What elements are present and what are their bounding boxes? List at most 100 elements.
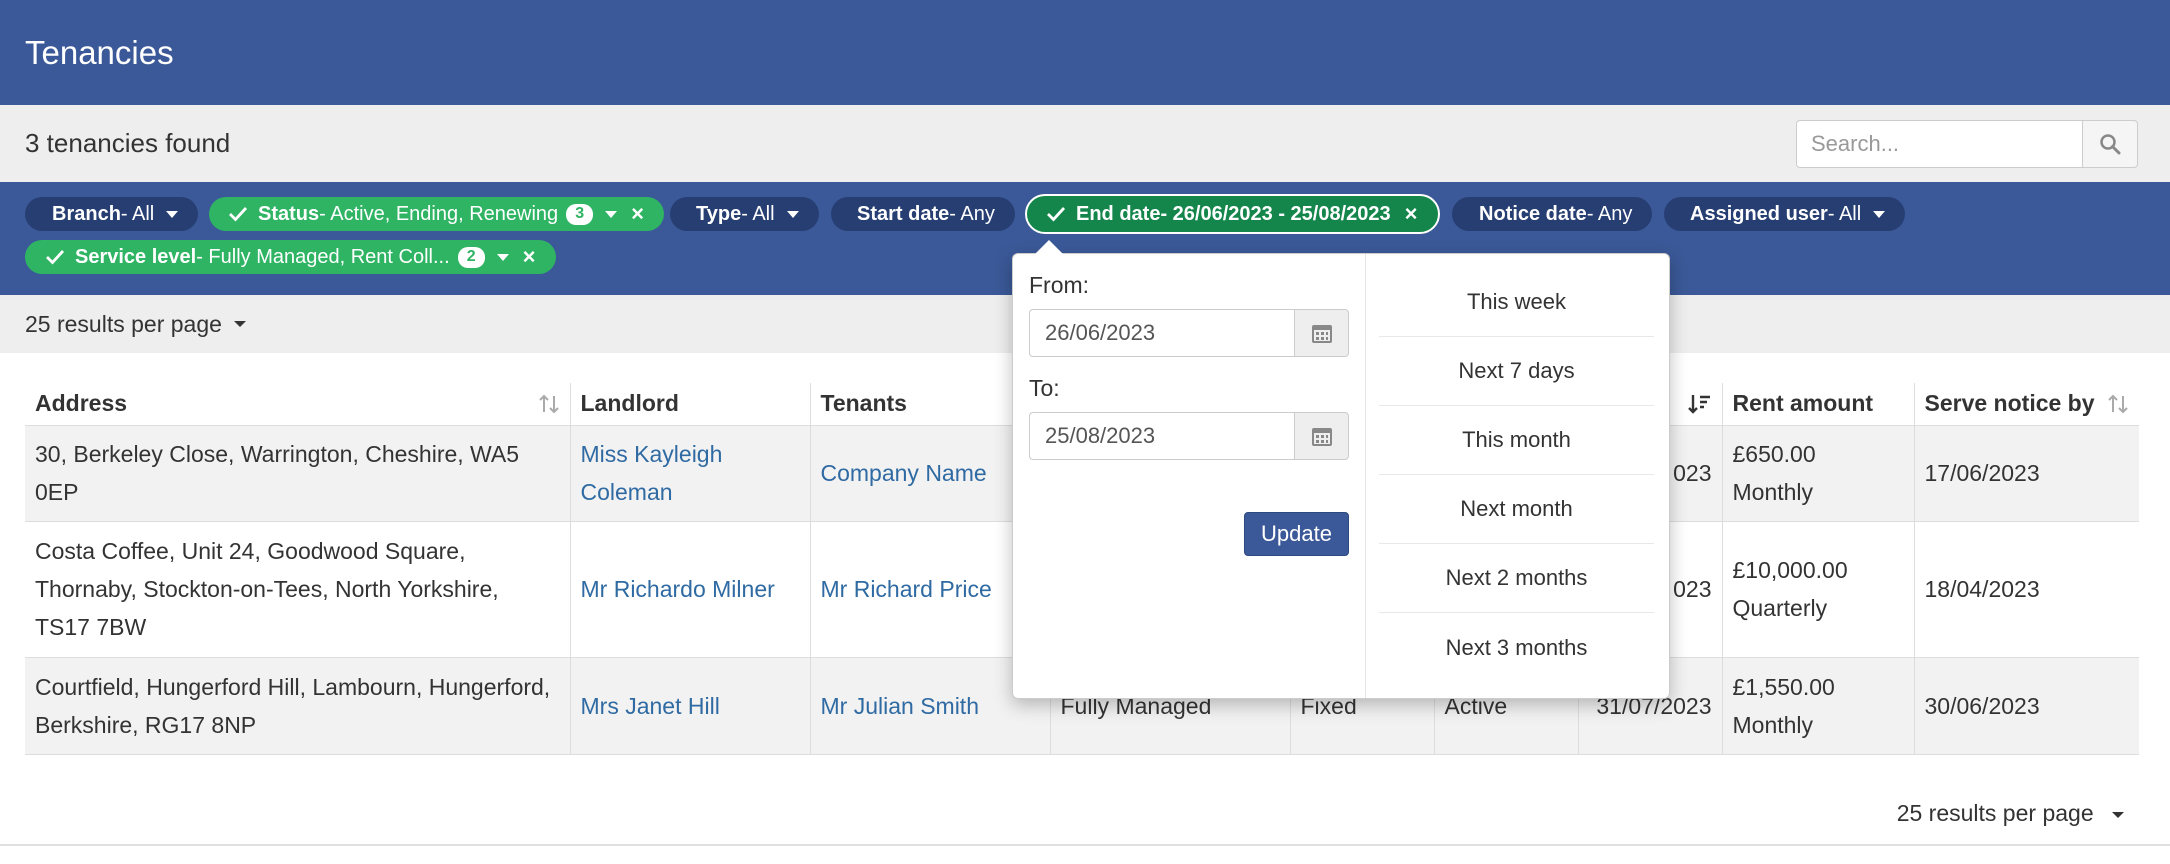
filter-value: - 26/06/2023 - 25/08/2023 <box>1160 202 1391 225</box>
filter-label: Service level <box>75 245 197 268</box>
filter-value: - All <box>1827 202 1862 225</box>
footer-per-page-dropdown[interactable]: 25 results per page <box>1897 800 2124 827</box>
filter-status[interactable]: Status - Active, Ending, Renewing 3 × <box>209 197 665 231</box>
filter-assigned-user[interactable]: Assigned user - All <box>1664 197 1906 231</box>
chevron-down-icon <box>786 210 799 218</box>
rent-value: £10,000.00 <box>1732 557 1848 583</box>
landlord-link[interactable]: Mrs Janet Hill <box>581 693 720 719</box>
filter-label: Notice date <box>1479 202 1587 225</box>
filter-label: Assigned user <box>1690 202 1828 225</box>
update-button[interactable]: Update <box>1244 512 1349 556</box>
cell-serve-notice-by: 17/06/2023 <box>1913 425 2139 522</box>
from-date-input[interactable] <box>1029 309 1294 357</box>
landlord-link[interactable]: Miss Kayleigh Coleman <box>581 441 723 505</box>
cell-address: Courtfield, Hungerford Hill, Lambourn, H… <box>25 657 570 755</box>
close-icon[interactable]: × <box>1405 203 1418 225</box>
chevron-down-icon <box>233 321 246 327</box>
cell-address: 30, Berkeley Close, Warrington, Cheshire… <box>25 425 570 522</box>
column-header-landlord: Landlord <box>569 383 810 426</box>
sort-icon[interactable] <box>538 393 560 415</box>
end-date-popover: From: To: Update This week Next 7 days T… <box>1012 240 1670 699</box>
results-count: 3 tenancies found <box>25 128 231 158</box>
from-label: From: <box>1029 272 1090 298</box>
cell-rent-amount: £650.00 Monthly <box>1721 425 1914 522</box>
sort-descending-icon[interactable] <box>1687 393 1712 415</box>
quick-range-next-month[interactable]: Next month <box>1379 475 1654 544</box>
filter-count-badge: 2 <box>457 246 485 268</box>
cell-serve-notice-by: 18/04/2023 <box>1913 521 2139 658</box>
chevron-down-icon <box>2112 811 2124 818</box>
results-bar: 3 tenancies found <box>0 105 2170 182</box>
quick-range-this-week[interactable]: This week <box>1379 268 1654 337</box>
search-icon <box>2100 133 2121 154</box>
per-page-label: 25 results per page <box>25 310 222 337</box>
to-date-input[interactable] <box>1029 412 1294 460</box>
footer-per-page-label: 25 results per page <box>1896 800 2094 826</box>
to-date-field <box>1029 412 1349 460</box>
close-icon[interactable]: × <box>631 203 644 225</box>
cell-landlord: Miss Kayleigh Coleman <box>569 425 810 522</box>
sort-icon[interactable] <box>2107 393 2129 415</box>
cell-landlord: Mrs Janet Hill <box>569 657 810 755</box>
check-icon <box>1047 207 1066 222</box>
filter-service-level[interactable]: Service level - Fully Managed, Rent Coll… <box>25 240 556 274</box>
popover-arrow <box>1035 240 1063 254</box>
quick-range-next-7-days[interactable]: Next 7 days <box>1379 337 1654 406</box>
page-header: Tenancies <box>0 0 2170 105</box>
filter-label: Branch <box>52 202 121 225</box>
from-date-field <box>1029 309 1349 357</box>
column-header-serve-notice-by[interactable]: Serve notice by <box>1913 383 2139 426</box>
filter-end-date[interactable]: End date - 26/06/2023 - 25/08/2023 × <box>1025 194 1440 234</box>
search-button[interactable] <box>2082 119 2138 168</box>
search-input[interactable] <box>1796 119 2082 168</box>
filter-value: - Any <box>949 202 995 225</box>
filter-value: - Active, Ending, Renewing <box>319 202 559 225</box>
filter-value: - All <box>120 202 155 225</box>
rent-value: £1,550.00 <box>1732 673 1835 700</box>
tenants-link[interactable]: Mr Julian Smith <box>821 693 979 719</box>
rent-frequency: Monthly <box>1732 711 1814 738</box>
quick-range-next-2-months[interactable]: Next 2 months <box>1379 544 1654 613</box>
filter-value: - All <box>741 202 775 225</box>
calendar-icon <box>1311 325 1332 343</box>
chevron-down-icon <box>1873 210 1886 218</box>
tenants-link[interactable]: Company Name <box>821 460 987 486</box>
filter-label: End date <box>1076 202 1161 225</box>
chevron-down-icon <box>166 210 179 218</box>
filter-type[interactable]: Type - All <box>670 197 819 231</box>
to-calendar-button[interactable] <box>1294 412 1349 460</box>
divider <box>0 844 2170 846</box>
filter-count-badge: 3 <box>566 203 594 225</box>
custom-range-panel: From: To: Update <box>1013 254 1366 698</box>
check-icon <box>46 250 65 265</box>
cell-address: Costa Coffee, Unit 24, Goodwood Square, … <box>25 521 570 658</box>
filter-value: - Fully Managed, Rent Coll... <box>196 245 450 268</box>
close-icon[interactable]: × <box>523 246 536 268</box>
chevron-down-icon <box>496 253 509 261</box>
filter-notice-date[interactable]: Notice date - Any <box>1452 197 1653 231</box>
column-header-address[interactable]: Address <box>25 383 570 426</box>
rent-value: £650.00 <box>1732 441 1816 467</box>
cell-rent-amount: £10,000.00 Quarterly <box>1721 521 1914 658</box>
quick-range-list: This week Next 7 days This month Next mo… <box>1379 268 1654 682</box>
filter-start-date[interactable]: Start date - Any <box>831 197 1015 231</box>
cell-rent-amount: £1,550.00 Monthly <box>1721 657 1914 755</box>
rent-frequency: Quarterly <box>1732 595 1828 621</box>
page-title: Tenancies <box>25 33 174 71</box>
cell-serve-notice-by: 30/06/2023 <box>1913 657 2139 755</box>
from-calendar-button[interactable] <box>1294 309 1349 357</box>
landlord-link[interactable]: Mr Richardo Milner <box>581 576 775 602</box>
filter-label: Status <box>258 202 320 225</box>
quick-range-this-month[interactable]: This month <box>1379 406 1654 475</box>
filter-value: - Any <box>1586 202 1633 225</box>
quick-range-next-3-months[interactable]: Next 3 months <box>1379 613 1654 682</box>
calendar-icon <box>1311 428 1332 446</box>
chevron-down-icon <box>605 210 618 218</box>
check-icon <box>229 207 248 222</box>
to-label: To: <box>1029 375 1060 401</box>
rent-frequency: Monthly <box>1732 479 1814 505</box>
search-box <box>1796 119 2138 168</box>
tenants-link[interactable]: Mr Richard Price <box>821 576 992 602</box>
column-header-rent-amount: Rent amount <box>1721 383 1914 426</box>
filter-branch[interactable]: Branch - All <box>25 197 199 231</box>
